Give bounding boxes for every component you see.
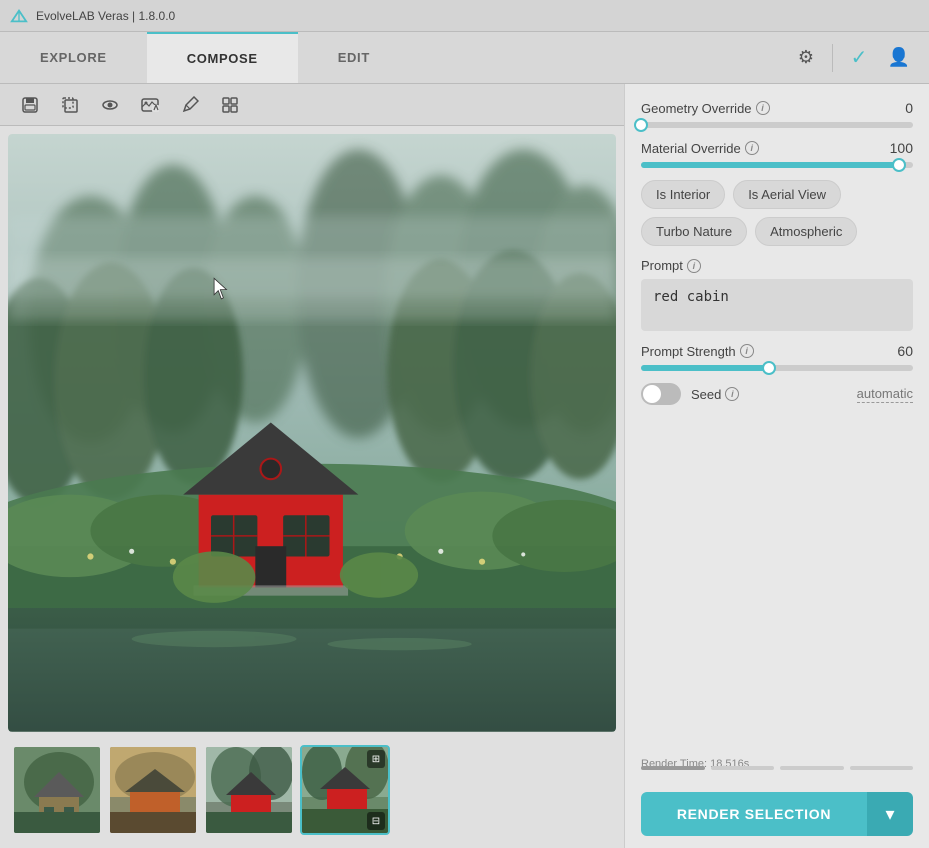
nav-bar: EXPLORE COMPOSE EDIT ⚙ ✓ 👤 — [0, 32, 929, 84]
thumbnail-4[interactable]: ⊞ ⊟ — [300, 745, 390, 835]
prompt-strength-track[interactable] — [641, 365, 913, 371]
pen-button[interactable] — [172, 87, 208, 123]
progress-seg-4 — [850, 766, 914, 770]
settings-icon: ⚙ — [798, 47, 814, 68]
progress-seg-3 — [780, 766, 844, 770]
material-override-fill — [641, 162, 899, 168]
seed-toggle-knob — [643, 385, 661, 403]
left-panel: ⊞ ⊟ — [0, 84, 624, 848]
seed-label: Seed i — [691, 387, 739, 402]
material-override-info-icon[interactable]: i — [745, 141, 759, 155]
tab-edit[interactable]: EDIT — [298, 32, 410, 83]
prompt-section: Prompt i — [641, 258, 913, 331]
pen-icon — [181, 96, 199, 114]
settings-button[interactable]: ⚙ — [788, 40, 824, 76]
tab-compose[interactable]: COMPOSE — [147, 32, 298, 83]
geometry-override-label: Geometry Override i — [641, 101, 770, 116]
prompt-strength-info-icon[interactable]: i — [740, 344, 754, 358]
app-title: EvolveLAB Veras | 1.8.0.0 — [36, 9, 175, 23]
title-bar: EvolveLAB Veras | 1.8.0.0 — [0, 0, 929, 32]
main-area: ⊞ ⊟ Geometry Override i 0 — [0, 84, 929, 848]
material-override-track[interactable] — [641, 162, 913, 168]
geometry-override-group: Geometry Override i 0 — [641, 100, 913, 128]
action-bar: RENDER SELECTION ▾ — [641, 782, 913, 848]
canvas-image — [8, 134, 616, 732]
material-override-label: Material Override i — [641, 141, 759, 156]
check-icon: ✓ — [851, 45, 868, 70]
progress-bars — [641, 766, 913, 770]
prompt-strength-thumb[interactable] — [762, 361, 776, 375]
material-override-group: Material Override i 100 — [641, 140, 913, 168]
prompt-info-icon[interactable]: i — [687, 259, 701, 273]
render-arrow-button[interactable]: ▾ — [867, 792, 913, 836]
geometry-override-info-icon[interactable]: i — [756, 101, 770, 115]
prompt-strength-label: Prompt Strength i — [641, 344, 754, 359]
image-edit-icon — [141, 96, 159, 114]
user-button[interactable]: 👤 — [881, 40, 917, 76]
canvas-area: ⊞ ⊟ — [0, 126, 624, 848]
chip-is-aerial-view[interactable]: Is Aerial View — [733, 180, 841, 209]
chip-turbo-nature[interactable]: Turbo Nature — [641, 217, 747, 246]
material-override-label-row: Material Override i 100 — [641, 140, 913, 156]
canvas-wrapper[interactable] — [8, 134, 616, 732]
image-edit-button[interactable] — [132, 87, 168, 123]
crop-icon — [61, 96, 79, 114]
seed-info-icon[interactable]: i — [725, 387, 739, 401]
save-button[interactable] — [12, 87, 48, 123]
tab-explore[interactable]: EXPLORE — [0, 32, 147, 83]
save-icon — [21, 96, 39, 114]
chip-atmospheric[interactable]: Atmospheric — [755, 217, 857, 246]
thumbnail-2[interactable] — [108, 745, 198, 835]
thumb-bottom-icon: ⊟ — [367, 812, 385, 830]
check-button[interactable]: ✓ — [841, 40, 877, 76]
render-selection-button[interactable]: RENDER SELECTION — [641, 792, 867, 836]
user-icon: 👤 — [888, 47, 910, 68]
thumb-1-image — [14, 747, 102, 835]
seed-toggle[interactable] — [641, 383, 681, 405]
prompt-strength-fill — [641, 365, 769, 371]
right-panel: Geometry Override i 0 Material Override … — [624, 84, 929, 848]
app-logo-icon — [10, 7, 28, 25]
view-button[interactable] — [92, 87, 128, 123]
material-override-value: 100 — [883, 140, 913, 156]
prompt-input[interactable] — [641, 279, 913, 331]
eye-icon — [101, 96, 119, 114]
thumbnail-3[interactable] — [204, 745, 294, 835]
chevron-down-icon: ▾ — [885, 804, 894, 825]
prompt-strength-label-row: Prompt Strength i 60 — [641, 343, 913, 359]
material-override-thumb[interactable] — [892, 158, 906, 172]
right-panel-spacer — [641, 417, 913, 746]
thumbnail-1[interactable] — [12, 745, 102, 835]
thumb-2-image — [110, 747, 198, 835]
thumbnail-strip: ⊞ ⊟ — [8, 740, 616, 840]
thumb-3-image — [206, 747, 294, 835]
progress-seg-1 — [641, 766, 705, 770]
progress-seg-2 — [711, 766, 775, 770]
render-time: Render Time: 18.516s — [641, 758, 913, 770]
prompt-label: Prompt i — [641, 258, 913, 273]
seed-row: Seed i automatic — [641, 383, 913, 405]
chips-row: Is Interior Is Aerial View Turbo Nature … — [641, 180, 913, 246]
thumb-bookmark-icon: ⊞ — [367, 750, 385, 768]
grid-button[interactable] — [212, 87, 248, 123]
nav-right-icons: ⚙ ✓ 👤 — [788, 32, 929, 83]
crop-button[interactable] — [52, 87, 88, 123]
geometry-override-track[interactable] — [641, 122, 913, 128]
chip-is-interior[interactable]: Is Interior — [641, 180, 725, 209]
prompt-strength-value: 60 — [883, 343, 913, 359]
grid-icon — [221, 96, 239, 114]
geometry-override-label-row: Geometry Override i 0 — [641, 100, 913, 116]
toolbar — [0, 84, 624, 126]
render-button-row: RENDER SELECTION ▾ — [641, 792, 913, 836]
geometry-override-thumb[interactable] — [634, 118, 648, 132]
nav-divider — [832, 44, 833, 72]
geometry-override-value: 0 — [883, 100, 913, 116]
seed-value: automatic — [857, 386, 913, 403]
prompt-strength-group: Prompt Strength i 60 — [641, 343, 913, 371]
